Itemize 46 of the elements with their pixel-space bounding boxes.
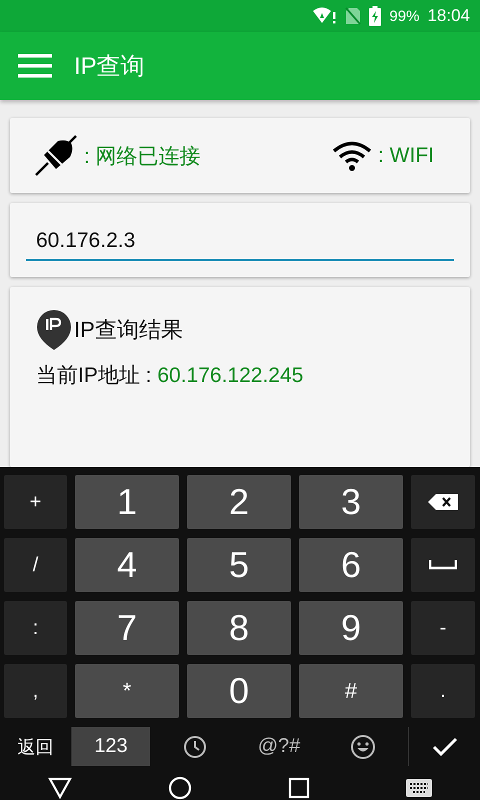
connection-type: : WIFI: [378, 144, 434, 168]
ip-address-text: 当前IP地址 : 60.176.122.245: [36, 363, 304, 389]
battery-charging-icon: [369, 6, 382, 26]
clock-icon: [183, 734, 207, 758]
space-key[interactable]: [411, 538, 475, 592]
key[interactable]: 1: [75, 475, 179, 529]
check-icon: [432, 736, 458, 756]
wifi-icon: [332, 140, 372, 170]
space-icon: [429, 560, 457, 570]
key[interactable]: 4: [75, 538, 179, 592]
menu-icon[interactable]: [18, 54, 52, 78]
key[interactable]: 2: [187, 475, 291, 529]
key[interactable]: 8: [187, 601, 291, 655]
key[interactable]: #: [299, 664, 403, 718]
network-status: : 网络已连接: [84, 144, 201, 170]
home-icon[interactable]: [168, 776, 192, 800]
wifi-alert-icon: [313, 7, 338, 25]
key[interactable]: 9: [299, 601, 403, 655]
keyboard-mode-tab[interactable]: 123: [72, 727, 150, 766]
ip-input-field[interactable]: 60.176.2.3: [10, 203, 470, 277]
key[interactable]: -: [411, 601, 475, 655]
key[interactable]: +: [4, 475, 67, 529]
keyboard-icon[interactable]: [406, 779, 432, 797]
key[interactable]: 5: [187, 538, 291, 592]
key[interactable]: 3: [299, 475, 403, 529]
plug-icon: [34, 134, 78, 176]
app-title: IP查询: [74, 52, 145, 82]
key[interactable]: *: [75, 664, 179, 718]
result-title: IP查询结果: [74, 316, 183, 344]
key[interactable]: ,: [4, 664, 67, 718]
recents-icon[interactable]: [288, 777, 310, 799]
smiley-icon: [350, 734, 376, 760]
ip-pin-icon: [36, 309, 72, 351]
clock-time: 18:04: [427, 6, 470, 26]
key[interactable]: 6: [299, 538, 403, 592]
key[interactable]: 7: [75, 601, 179, 655]
key[interactable]: /: [4, 538, 67, 592]
back-icon[interactable]: [48, 777, 72, 799]
key[interactable]: :: [4, 601, 67, 655]
no-sim-icon: [345, 7, 362, 25]
keyboard-mode-tab[interactable]: @?#: [240, 727, 318, 766]
key[interactable]: .: [411, 664, 475, 718]
key[interactable]: 0: [187, 664, 291, 718]
backspace-key[interactable]: [411, 475, 475, 529]
battery-percent: 99%: [389, 8, 420, 24]
backspace-icon: [428, 494, 458, 510]
